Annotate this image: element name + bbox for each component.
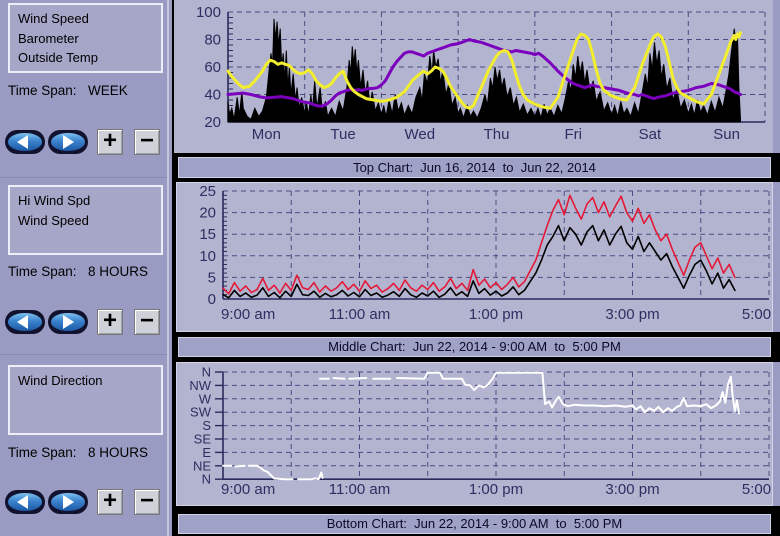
svg-text:1:00 pm: 1:00 pm xyxy=(469,481,523,498)
timespan-label: Time Span: xyxy=(8,445,88,460)
svg-text:100: 100 xyxy=(196,4,221,21)
bottom-chart-caption: Bottom Chart: Jun 22, 2014 - 9:00 AM to … xyxy=(178,514,771,534)
bottom-chart-timespan: Time Span: 8 HOURS xyxy=(8,445,168,460)
top-chart[interactable]: 20 40 60 80 100 Mon Tue Wed Thu Fri Sat Sun xyxy=(174,0,773,153)
middle-chart-legend-box[interactable]: Hi Wind SpdWind Speed xyxy=(8,185,163,255)
svg-text:10: 10 xyxy=(199,248,216,265)
svg-text:11:00 am: 11:00 am xyxy=(329,306,390,323)
bottom-chart-panel: NNWWSWSSEENEN9:00 am11:00 am1:00 pm3:00 … xyxy=(176,362,773,506)
timespan-value: 8 HOURS xyxy=(88,445,148,460)
bottom-chart-forward-button[interactable] xyxy=(48,490,88,514)
top-chart-forward-button[interactable] xyxy=(48,130,88,154)
middle-chart-timespan: Time Span: 8 HOURS xyxy=(8,264,168,279)
svg-text:5:00 pm: 5:00 pm xyxy=(742,306,772,323)
top-chart-back-button[interactable] xyxy=(5,130,45,154)
svg-text:Fri: Fri xyxy=(564,126,582,143)
bottom-chart-zoom-out-button[interactable]: − xyxy=(134,489,160,515)
svg-text:40: 40 xyxy=(204,87,221,104)
svg-text:0: 0 xyxy=(208,291,216,308)
timespan-label: Time Span: xyxy=(8,264,88,279)
middle-chart-panel: 0 5 10 15 20 25 9:00 am 11:00 am 1:00 pm 3:00 pm 5… xyxy=(176,182,773,332)
svg-text:Tue: Tue xyxy=(330,126,355,143)
svg-text:20: 20 xyxy=(204,114,221,131)
right-arrow-icon xyxy=(63,315,74,329)
right-arrow-icon xyxy=(63,495,74,509)
middle-chart-back-button[interactable] xyxy=(5,310,45,334)
sidebar-divider xyxy=(0,177,169,178)
sidebar-divider xyxy=(0,354,169,355)
svg-text:25: 25 xyxy=(199,183,216,200)
middle-chart-forward-button[interactable] xyxy=(48,310,88,334)
svg-text:Thu: Thu xyxy=(484,126,510,143)
left-arrow-icon xyxy=(17,315,28,329)
sidebar: Wind SpeedBarometerOutside Temp Time Spa… xyxy=(0,0,172,536)
svg-text:9:00 am: 9:00 am xyxy=(221,306,275,323)
top-chart-zoom-out-button[interactable]: − xyxy=(134,129,160,155)
bottom-chart[interactable]: NNWWSWSSEENEN9:00 am11:00 am1:00 pm3:00 … xyxy=(177,363,772,505)
svg-text:3:00 pm: 3:00 pm xyxy=(605,481,659,498)
window-edge xyxy=(773,0,780,153)
svg-text:20: 20 xyxy=(199,205,216,222)
left-arrow-icon xyxy=(17,135,28,149)
svg-text:5: 5 xyxy=(208,269,216,286)
timespan-value: 8 HOURS xyxy=(88,264,148,279)
bottom-chart-back-button[interactable] xyxy=(5,490,45,514)
timespan-value: WEEK xyxy=(88,83,128,98)
middle-chart-zoom-out-button[interactable]: − xyxy=(134,309,160,335)
bottom-chart-legend-box[interactable]: Wind Direction xyxy=(8,365,163,435)
left-arrow-icon xyxy=(17,495,28,509)
svg-text:3:00 pm: 3:00 pm xyxy=(605,306,659,323)
svg-text:N: N xyxy=(202,472,211,487)
chart-region: 20406080100MonTueWedThuFriSatSun Top Cha… xyxy=(172,0,780,536)
top-chart-timespan: Time Span: WEEK xyxy=(8,83,168,98)
middle-chart-caption: Middle Chart: Jun 22, 2014 - 9:00 AM to … xyxy=(178,337,771,357)
svg-text:15: 15 xyxy=(199,226,216,243)
svg-text:Mon: Mon xyxy=(252,126,281,143)
weather-app-window: Wind SpeedBarometerOutside Temp Time Spa… xyxy=(0,0,780,536)
svg-text:9:00 am: 9:00 am xyxy=(221,481,275,498)
svg-text:Sun: Sun xyxy=(713,126,740,143)
top-chart-caption: Top Chart: Jun 16, 2014 to Jun 22, 2014 xyxy=(178,157,771,178)
svg-text:5:00 pm: 5:00 pm xyxy=(742,481,772,498)
timespan-label: Time Span: xyxy=(8,83,88,98)
right-arrow-icon xyxy=(63,135,74,149)
window-edge xyxy=(773,182,780,332)
svg-text:11:00 am: 11:00 am xyxy=(329,481,390,498)
top-chart-panel: 20 40 60 80 100 Mon Tue Wed Thu Fri Sat Sun xyxy=(174,0,773,153)
middle-chart[interactable]: 0 5 10 15 20 25 9:00 am 11:00 am 1:00 pm 3:00 pm 5… xyxy=(177,183,772,331)
svg-text:60: 60 xyxy=(204,59,221,76)
svg-text:Wed: Wed xyxy=(404,126,435,143)
top-chart-legend-box[interactable]: Wind SpeedBarometerOutside Temp xyxy=(8,3,163,73)
middle-chart-zoom-in-button[interactable]: + xyxy=(97,309,123,335)
bottom-chart-zoom-in-button[interactable]: + xyxy=(97,489,123,515)
svg-text:1:00 pm: 1:00 pm xyxy=(469,306,523,323)
svg-text:80: 80 xyxy=(204,32,221,49)
window-edge xyxy=(773,362,780,506)
top-chart-zoom-in-button[interactable]: + xyxy=(97,129,123,155)
svg-text:Sat: Sat xyxy=(639,126,662,143)
